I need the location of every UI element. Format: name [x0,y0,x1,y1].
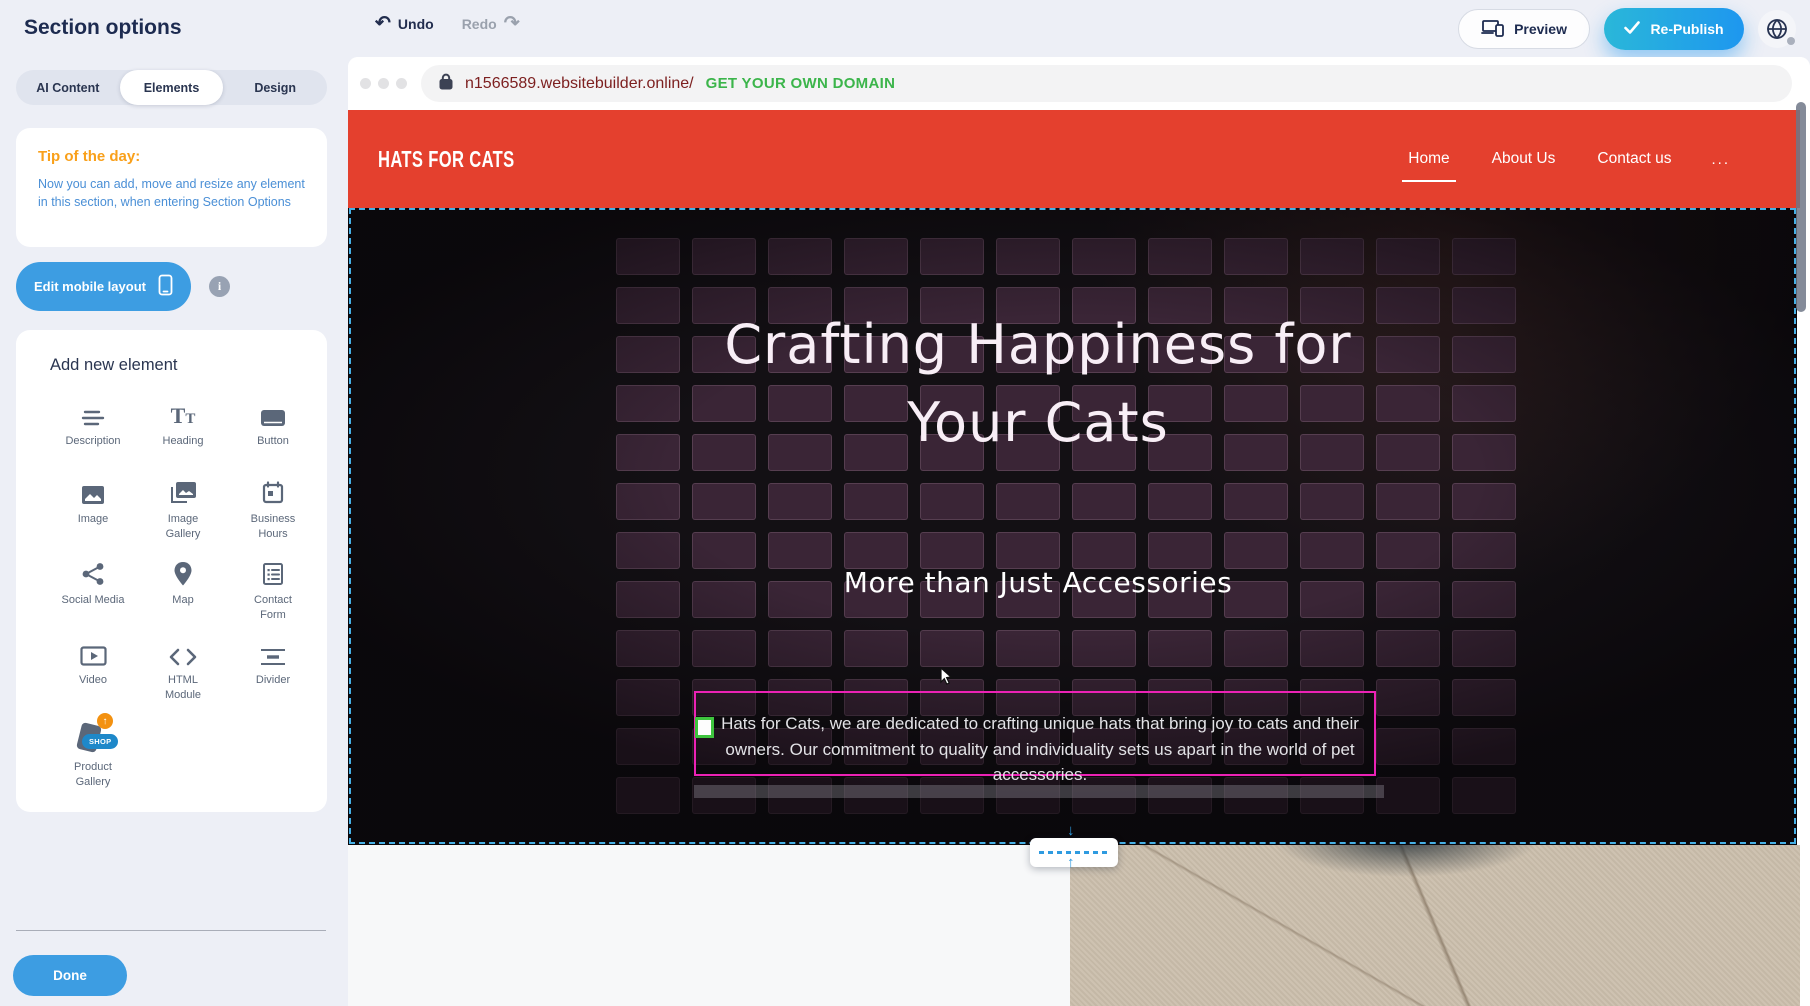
get-your-own-domain-link[interactable]: GET YOUR OWN DOMAIN [706,75,896,92]
site-header: HATS FOR CATS Home About Us Contact us .… [348,110,1800,208]
phone-icon [158,274,173,299]
devices-icon [1481,19,1505,40]
hero-subheading[interactable]: More than Just Accessories [348,566,1728,599]
sidebar-divider [16,930,326,931]
element-grid: Description TT Heading Button Image [50,399,327,790]
done-button[interactable]: Done [13,955,127,996]
hero-heading[interactable]: Crafting Happiness for Your Cats [348,306,1728,463]
undo-label: Undo [398,16,434,32]
nav-more-button[interactable]: ... [1711,151,1730,168]
undo-button[interactable]: ↶ Undo [375,14,434,33]
tip-title: Tip of the day: [38,148,305,165]
element-contact-form[interactable]: Contact Form [230,558,316,623]
top-toolbar: Section options ↶ Undo Redo ↷ Preview Re… [0,0,1810,57]
contact-form-icon [262,558,284,586]
add-element-panel: Add new element Description TT Heading B… [16,330,327,812]
preview-label: Preview [1514,21,1567,37]
edit-mobile-label: Edit mobile layout [34,279,146,294]
add-panel-title: Add new element [50,356,327,375]
preview-button[interactable]: Preview [1458,9,1590,49]
language-globe-button[interactable] [1758,10,1796,48]
nav-about-us[interactable]: About Us [1490,144,1558,174]
business-hours-icon [262,477,284,505]
tab-elements[interactable]: Elements [120,70,224,105]
element-html-module[interactable]: HTML Module [140,638,226,703]
element-product-gallery[interactable]: ↑ SHOP Product Gallery [50,719,136,790]
element-map[interactable]: Map [140,558,226,623]
nav-contact-us[interactable]: Contact us [1595,144,1673,174]
sidebar-tabbar: AI Content Elements Design [16,70,327,105]
description-icon [81,399,105,427]
scrollbar-thumb[interactable] [1796,102,1806,312]
element-divider[interactable]: Divider [230,638,316,703]
tab-design[interactable]: Design [223,70,327,105]
redo-button[interactable]: Redo ↷ [462,14,520,33]
check-icon [1624,21,1640,37]
map-icon [174,558,192,586]
element-select-checkbox[interactable] [695,717,714,738]
site-preview-window: n1566589.websitebuilder.online/ GET YOUR… [348,57,1810,1006]
address-bar[interactable]: n1566589.websitebuilder.online/ GET YOUR… [421,65,1792,102]
image-icon [81,477,105,505]
history-controls: ↶ Undo Redo ↷ [375,14,520,33]
paving-photo [1070,845,1800,1006]
mouse-cursor [940,667,954,689]
element-video[interactable]: Video [50,638,136,703]
element-business-hours[interactable]: Business Hours [230,477,316,542]
heading-icon: TT [171,399,196,427]
product-gallery-icon: ↑ SHOP [73,719,113,753]
shop-badge: SHOP [82,734,118,749]
button-icon [260,399,286,427]
element-heading[interactable]: TT Heading [140,399,226,461]
page-title: Section options [24,16,182,40]
globe-status-dot [1787,37,1795,45]
info-icon[interactable]: i [209,276,230,297]
site-logo[interactable]: HATS FOR CATS [378,146,515,173]
html-module-icon [169,638,197,666]
selected-paragraph-box[interactable]: Hats for Cats, we are dedicated to craft… [694,691,1376,776]
republish-label: Re-Publish [1650,21,1723,37]
tab-ai-content[interactable]: AI Content [16,70,120,105]
section-resize-handle[interactable]: ↓ ↑ [1030,838,1118,867]
lock-icon [439,73,453,95]
hero-paragraph[interactable]: Hats for Cats, we are dedicated to craft… [714,711,1366,788]
upgrade-badge: ↑ [97,713,113,729]
next-section-blank[interactable] [348,845,1070,1006]
arrow-down-icon: ↓ [1067,823,1075,838]
site-url[interactable]: n1566589.websitebuilder.online/ [465,75,694,93]
image-gallery-icon [169,477,197,505]
element-social-media[interactable]: Social Media [50,558,136,623]
divider-icon [260,638,286,666]
nav-home[interactable]: Home [1406,144,1451,174]
republish-button[interactable]: Re-Publish [1604,8,1744,50]
arrow-up-icon: ↑ [1067,855,1075,870]
element-image-gallery[interactable]: Image Gallery [140,477,226,542]
section-options-sidebar: AI Content Elements Design Tip of the da… [0,57,348,1006]
redo-label: Redo [462,16,497,32]
site-nav: Home About Us Contact us ... [1406,110,1730,208]
undo-icon: ↶ [375,14,391,33]
element-button[interactable]: Button [230,399,316,461]
window-traffic-dots [360,78,407,89]
element-description[interactable]: Description [50,399,136,461]
browser-chrome: n1566589.websitebuilder.online/ GET YOUR… [348,57,1810,110]
next-section-photo[interactable] [1070,845,1800,1006]
element-image[interactable]: Image [50,477,136,542]
edit-mobile-layout-button[interactable]: Edit mobile layout [16,262,191,311]
hero-section[interactable]: Crafting Happiness for Your Cats More th… [348,208,1797,845]
tip-of-the-day-card: Tip of the day: Now you can add, move an… [16,128,327,247]
redo-icon: ↷ [504,14,520,33]
tip-body: Now you can add, move and resize any ele… [38,175,305,211]
social-media-icon [81,558,105,586]
video-icon [80,638,107,666]
